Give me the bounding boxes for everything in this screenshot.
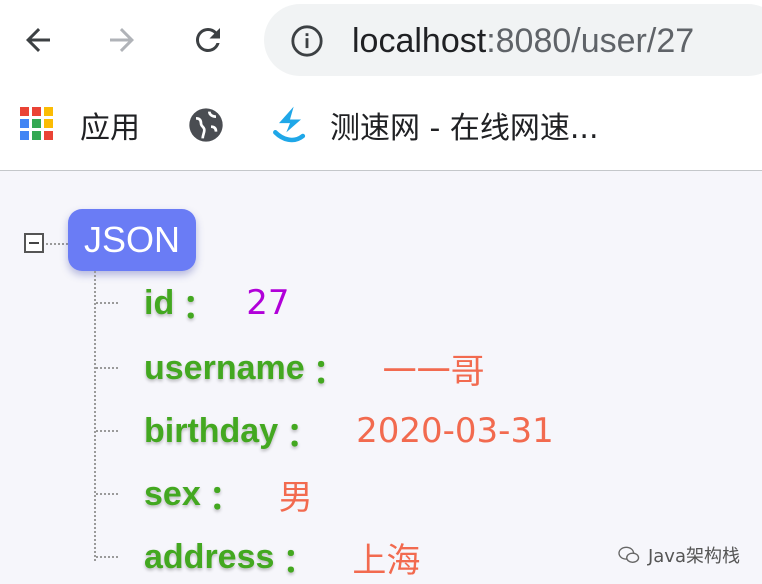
json-key: username	[144, 348, 305, 387]
json-field-row: address ： 上海	[96, 532, 420, 582]
url-path: :8080/user/27	[486, 22, 695, 60]
json-field-row: id ： 27	[96, 278, 289, 328]
json-value: 上海	[352, 540, 421, 581]
url-text[interactable]: localhost:8080/user/27	[352, 18, 694, 64]
json-key: id	[144, 283, 175, 322]
speedtest-icon	[273, 106, 306, 143]
json-colon: ：	[312, 352, 347, 391]
bookmark-apps-label: 应用	[80, 111, 140, 146]
arrow-left-icon	[26, 28, 50, 52]
json-key: birthday	[144, 411, 279, 450]
json-colon: ：	[282, 541, 317, 580]
bookmark-apps[interactable]: 应用	[20, 102, 140, 148]
tree-branch	[96, 367, 118, 369]
tree-branch	[96, 302, 118, 304]
browser-toolbar: localhost:8080/user/27	[0, 0, 762, 84]
info-icon[interactable]	[290, 24, 324, 58]
bookmarks-bar: 应用 测速网 - 在线网速...	[0, 84, 762, 171]
browser-window: localhost:8080/user/27 应用 测速网 - 在线网速... …	[0, 0, 762, 584]
url-host: localhost	[352, 22, 487, 60]
apps-grid-icon	[20, 107, 56, 143]
collapse-toggle[interactable]	[24, 233, 44, 253]
globe-icon	[189, 108, 223, 142]
json-viewer: JSON id ： 27 username ： 一一哥 birthday ： 2…	[0, 171, 762, 584]
wechat-icon	[618, 546, 640, 563]
json-key: sex	[144, 474, 201, 513]
tree-branch	[96, 430, 118, 432]
watermark: Java架构栈	[618, 542, 740, 568]
json-field-row: sex ： 男	[96, 469, 313, 519]
json-root-badge[interactable]: JSON	[68, 209, 196, 271]
json-value: 一一哥	[382, 351, 485, 392]
bookmark-speedtest-label: 测速网 - 在线网速...	[330, 111, 599, 146]
bookmark-globe[interactable]	[186, 102, 226, 148]
tree-branch	[96, 493, 118, 495]
json-key: address	[144, 537, 275, 576]
tree-connector	[46, 243, 68, 245]
json-field-row: username ： 一一哥	[96, 343, 485, 393]
json-colon: ：	[286, 415, 321, 454]
back-button[interactable]	[10, 12, 66, 68]
json-colon: ：	[208, 478, 243, 517]
watermark-text: Java架构栈	[647, 546, 740, 567]
json-colon: ：	[182, 287, 217, 326]
json-value: 2020-03-31	[356, 411, 554, 451]
bookmark-speedtest[interactable]: 测速网 - 在线网速...	[268, 102, 599, 148]
forward-button[interactable]	[94, 12, 150, 68]
arrow-right-icon	[110, 28, 134, 52]
address-bar[interactable]: localhost:8080/user/27	[264, 4, 762, 76]
reload-button[interactable]	[180, 12, 236, 68]
json-field-row: birthday ： 2020-03-31	[96, 406, 554, 456]
reload-icon	[195, 27, 220, 52]
tree-branch	[96, 556, 118, 558]
json-value: 男	[278, 477, 313, 518]
json-value: 27	[246, 283, 290, 323]
